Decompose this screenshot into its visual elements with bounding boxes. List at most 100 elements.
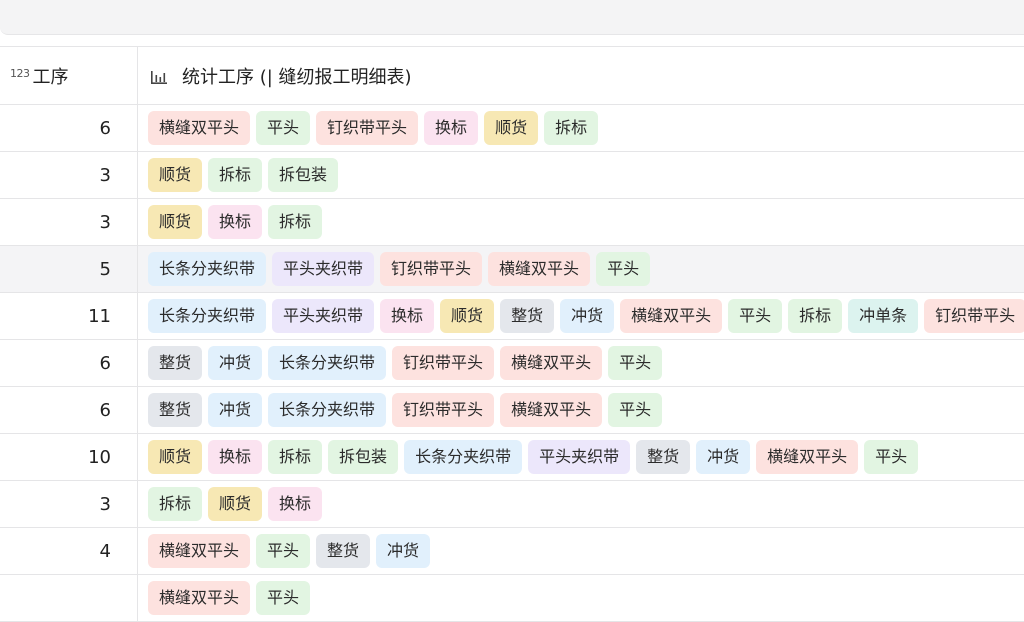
stat-process-cell[interactable]: 横缝双平头 平头 钉织带平头 换标 顺货 拆标: [138, 105, 1024, 151]
process-tag: 长条分夹织带: [404, 440, 523, 474]
process-count-cell[interactable]: 11: [0, 293, 138, 339]
table-row[interactable]: 6 整货 冲货 长条分夹织带 钉织带平头 横缝双平头 平头: [0, 387, 1024, 434]
process-tag: 平头: [864, 440, 919, 474]
process-tag: 横缝双平头: [148, 534, 251, 568]
stat-process-cell[interactable]: 拆标 顺货 换标: [138, 481, 1024, 527]
process-count-cell[interactable]: 3: [0, 152, 138, 198]
process-tag: 换标: [208, 205, 263, 239]
process-tag: 平头: [608, 393, 663, 427]
process-tag: 平头: [256, 534, 311, 568]
process-tag: 整货: [316, 534, 371, 568]
process-count-cell[interactable]: 5: [0, 246, 138, 292]
process-tag: 横缝双平头: [148, 581, 251, 615]
process-tag: 钉织带平头: [316, 111, 419, 145]
process-tag: 长条分夹织带: [148, 299, 267, 333]
process-tag: 冲货: [376, 534, 431, 568]
stat-process-cell[interactable]: 整货 冲货 长条分夹织带 钉织带平头 横缝双平头 平头: [138, 340, 1024, 386]
process-tag: 拆标: [208, 158, 263, 192]
process-tag: 钉织带平头: [392, 346, 495, 380]
table-row[interactable]: 横缝双平头 平头: [0, 575, 1024, 622]
process-tag: 整货: [148, 393, 203, 427]
process-tag: 冲货: [208, 393, 263, 427]
process-tag: 换标: [380, 299, 435, 333]
process-tag: 拆标: [544, 111, 599, 145]
process-tag: 冲货: [560, 299, 615, 333]
column-header-stat-process[interactable]: 统计工序 (| 缝纫报工明细表): [138, 47, 1024, 104]
process-tag: 冲货: [208, 346, 263, 380]
table-row[interactable]: 6 整货 冲货 长条分夹织带 钉织带平头 横缝双平头 平头: [0, 340, 1024, 387]
stat-process-cell[interactable]: 横缝双平头 平头: [138, 575, 1024, 621]
process-count-cell[interactable]: 6: [0, 387, 138, 433]
table-header: 123 工序 统计工序 (| 缝纫报工明细表): [0, 46, 1024, 105]
process-count-cell[interactable]: [0, 575, 138, 621]
process-tag: 平头: [256, 581, 311, 615]
bar-chart-icon: [151, 70, 167, 84]
process-tag: 整货: [500, 299, 555, 333]
process-tag: 顺货: [148, 205, 203, 239]
stat-process-cell[interactable]: 长条分夹织带 平头夹织带 换标 顺货 整货 冲货 横缝双平头 平头 拆标 冲单条 钉织带平头: [138, 293, 1024, 339]
stat-process-cell[interactable]: 整货 冲货 长条分夹织带 钉织带平头 横缝双平头 平头: [138, 387, 1024, 433]
process-tag: 平头夹织带: [272, 252, 375, 286]
process-tag: 整货: [636, 440, 691, 474]
toolbar-area: [0, 0, 1024, 35]
process-tag: 长条分夹织带: [268, 393, 387, 427]
process-tag: 横缝双平头: [756, 440, 859, 474]
column-label: 统计工序 (| 缝纫报工明细表): [182, 66, 412, 88]
process-tag: 拆包装: [328, 440, 399, 474]
stat-process-cell[interactable]: 顺货 拆标 拆包装: [138, 152, 1024, 198]
process-tag: 顺货: [148, 440, 203, 474]
table-row[interactable]: 11 长条分夹织带 平头夹织带 换标 顺货 整货 冲货 横缝双平头 平头 拆标 冲单条 钉织带平头: [0, 293, 1024, 340]
process-tag: 拆标: [268, 205, 323, 239]
process-tag: 横缝双平头: [500, 393, 603, 427]
process-tag: 平头: [256, 111, 311, 145]
column-label: 工序: [32, 66, 69, 88]
process-tag: 钉织带平头: [392, 393, 495, 427]
table-row[interactable]: 5 长条分夹织带 平头夹织带 钉织带平头 横缝双平头 平头: [0, 246, 1024, 293]
process-count-cell[interactable]: 10: [0, 434, 138, 480]
table-row[interactable]: 3 顺货 拆标 拆包装: [0, 152, 1024, 199]
number-field-icon: 123: [10, 67, 30, 80]
stat-process-cell[interactable]: 顺货 换标 拆标 拆包装 长条分夹织带 平头夹织带 整货 冲货 横缝双平头 平头: [138, 434, 1024, 480]
process-tag: 平头: [608, 346, 663, 380]
process-tag: 平头夹织带: [528, 440, 631, 474]
process-tag: 横缝双平头: [488, 252, 591, 286]
process-tag: 钉织带平头: [380, 252, 483, 286]
process-tag: 拆标: [268, 440, 323, 474]
process-tag: 平头: [596, 252, 651, 286]
process-count-cell[interactable]: 6: [0, 105, 138, 151]
process-tag: 换标: [268, 487, 323, 521]
process-count-cell[interactable]: 6: [0, 340, 138, 386]
process-tag: 顺货: [208, 487, 263, 521]
table-row[interactable]: 3 顺货 换标 拆标: [0, 199, 1024, 246]
process-tag: 横缝双平头: [620, 299, 723, 333]
process-tag: 平头: [728, 299, 783, 333]
table-row[interactable]: 4 横缝双平头 平头 整货 冲货: [0, 528, 1024, 575]
process-tag: 顺货: [440, 299, 495, 333]
table-row[interactable]: 3 拆标 顺货 换标: [0, 481, 1024, 528]
process-tag: 顺货: [484, 111, 539, 145]
table-row[interactable]: 10 顺货 换标 拆标 拆包装 长条分夹织带 平头夹织带 整货 冲货 横缝双平头 平头: [0, 434, 1024, 481]
process-tag: 平头夹织带: [272, 299, 375, 333]
process-tag: 横缝双平头: [148, 111, 251, 145]
table-row[interactable]: 6 横缝双平头 平头 钉织带平头 换标 顺货 拆标: [0, 105, 1024, 152]
process-tag: 拆标: [148, 487, 203, 521]
process-tag: 换标: [424, 111, 479, 145]
process-tag: 冲货: [696, 440, 751, 474]
process-count-cell[interactable]: 3: [0, 199, 138, 245]
process-tag: 长条分夹织带: [148, 252, 267, 286]
process-count-cell[interactable]: 3: [0, 481, 138, 527]
process-tag: 整货: [148, 346, 203, 380]
process-tag: 换标: [208, 440, 263, 474]
stat-process-cell[interactable]: 顺货 换标 拆标: [138, 199, 1024, 245]
data-table: 123 工序 统计工序 (| 缝纫报工明细表) 6 横缝双平头 平头 钉织带平头 换标顺…: [0, 46, 1024, 622]
process-tag: 顺货: [148, 158, 203, 192]
process-tag: 长条分夹织带: [268, 346, 387, 380]
stat-process-cell[interactable]: 横缝双平头 平头 整货 冲货: [138, 528, 1024, 574]
process-count-cell[interactable]: 4: [0, 528, 138, 574]
process-tag: 冲单条: [848, 299, 919, 333]
process-tag: 横缝双平头: [500, 346, 603, 380]
column-header-process-count[interactable]: 123 工序: [0, 47, 138, 104]
process-tag: 拆包装: [268, 158, 339, 192]
process-tag: 拆标: [788, 299, 843, 333]
stat-process-cell[interactable]: 长条分夹织带 平头夹织带 钉织带平头 横缝双平头 平头: [138, 246, 1024, 292]
